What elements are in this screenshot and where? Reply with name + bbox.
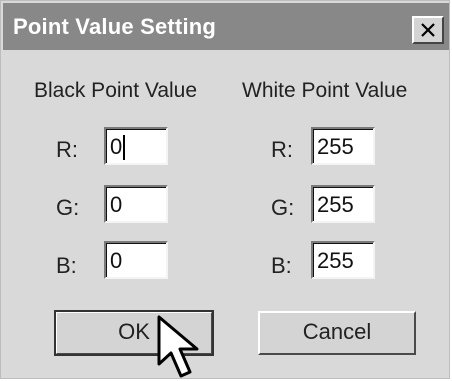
point-value-dialog: Point Value Setting Black Point Value R:…	[0, 0, 450, 379]
black-b-value: 0	[110, 248, 123, 273]
black-g-label: G:	[56, 195, 80, 220]
white-g-value: 255	[317, 192, 354, 217]
white-g-label: G:	[271, 195, 295, 220]
white-r-value: 255	[317, 134, 354, 159]
white-point-heading: White Point Value	[242, 79, 408, 102]
dialog-title: Point Value Setting	[13, 14, 217, 39]
close-icon	[421, 23, 435, 37]
white-b-input[interactable]: 255	[311, 241, 375, 279]
black-r-label: R:	[56, 137, 78, 162]
white-b-label: B:	[271, 253, 292, 278]
white-r-label: R:	[271, 137, 293, 162]
close-button[interactable]	[412, 16, 444, 44]
black-point-heading: Black Point Value	[34, 79, 198, 102]
title-bar[interactable]: Point Value Setting	[3, 3, 449, 50]
black-r-value: 0	[110, 134, 123, 159]
black-b-input[interactable]: 0	[104, 241, 168, 279]
white-b-value: 255	[317, 248, 354, 273]
black-b-label: B:	[56, 253, 77, 278]
text-caret	[123, 135, 125, 160]
white-r-input[interactable]: 255	[311, 127, 375, 165]
black-g-input[interactable]: 0	[104, 185, 168, 223]
white-g-input[interactable]: 255	[311, 185, 375, 223]
mouse-pointer-icon	[157, 315, 199, 378]
cancel-button[interactable]: Cancel	[258, 311, 416, 355]
black-g-value: 0	[110, 192, 123, 217]
black-r-input[interactable]: 0	[104, 127, 168, 165]
